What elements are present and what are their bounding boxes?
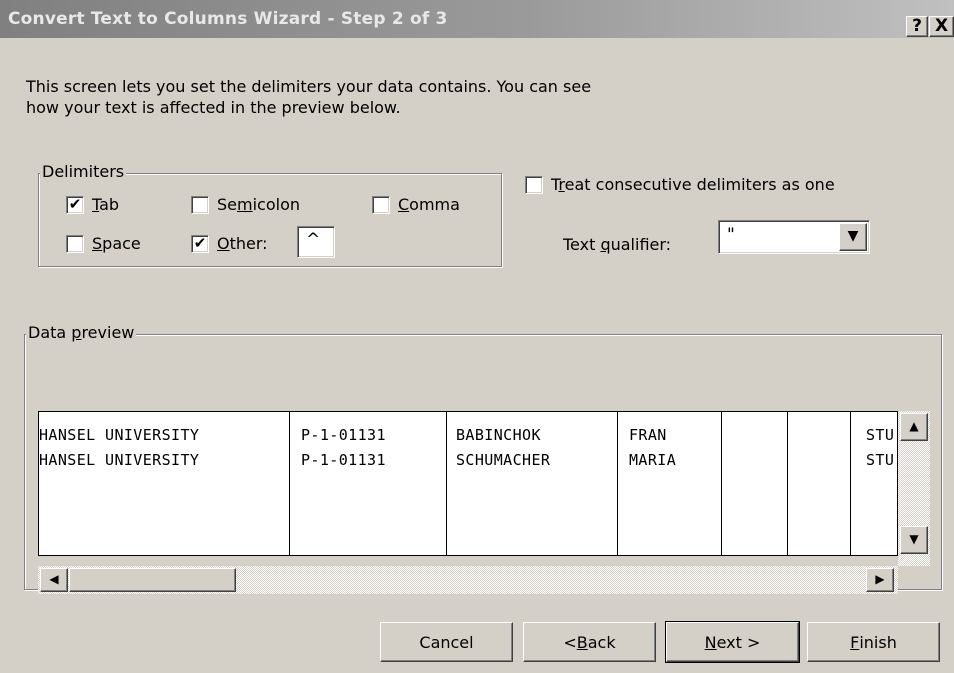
treat-consecutive-label: Treat consecutive delimiters as one [551,175,835,194]
preview-cell: HANSEL UNIVERSITY [39,451,200,469]
comma-label: Comma [398,195,460,214]
semicolon-label: Semicolon [217,195,300,214]
intro-line-1: This screen lets you set the delimiters … [26,77,592,96]
other-check-box[interactable]: ✔ [191,234,209,253]
cancel-button[interactable]: Cancel [380,622,513,662]
preview-cell: HANSEL UNIVERSITY [39,426,200,444]
finish-button[interactable]: Finish [807,622,940,662]
other-label: Other: [217,234,268,253]
tab-label: Tab [92,195,120,214]
other-checkbox[interactable]: ✔ Other: [191,234,268,253]
delimiters-group-label: Delimiters [40,162,127,181]
help-button[interactable]: ? [906,16,928,37]
semicolon-checkbox[interactable]: Semicolon [191,195,300,214]
close-button[interactable]: X [929,16,954,37]
preview-cell: P-1-01131 [301,426,386,444]
preview-cell: MARIA [629,451,677,469]
preview-cell: SCHUMACHER [456,451,551,469]
horizontal-scroll-thumb[interactable] [69,568,236,592]
column-break[interactable] [721,412,722,555]
preview-cell: BABINCHOK [456,426,541,444]
column-break[interactable] [850,412,851,555]
text-qualifier-value: " [727,225,735,245]
space-label: Space [92,234,141,253]
data-preview-label: Data preview [26,323,137,342]
column-break[interactable] [446,412,447,555]
other-delimiter-input[interactable]: ^ [297,226,335,258]
tab-checkbox[interactable]: ✔ Tab [66,195,119,214]
space-check-box[interactable] [66,234,84,253]
comma-check-box[interactable] [372,195,390,214]
column-break[interactable] [787,412,788,555]
scroll-right-icon[interactable]: ▶ [866,568,894,592]
next-button[interactable]: Next > [665,621,800,663]
scroll-down-icon[interactable]: ▼ [900,526,928,554]
scroll-left-icon[interactable]: ◀ [40,568,68,592]
title-bar: Convert Text to Columns Wizard - Step 2 … [0,0,954,38]
text-qualifier-label: Text qualifier: [563,235,672,254]
column-break[interactable] [289,412,290,555]
window-title: Convert Text to Columns Wizard - Step 2 … [8,9,448,29]
text-qualifier-dropdown-icon[interactable]: ▼ [839,223,867,251]
intro-text: This screen lets you set the delimiters … [26,76,726,118]
space-checkbox[interactable]: Space [66,234,141,253]
tab-check-box[interactable]: ✔ [66,195,84,214]
treat-consecutive-check-box[interactable] [525,175,543,194]
treat-consecutive-checkbox[interactable]: Treat consecutive delimiters as one [525,175,835,194]
preview-cell: STU [866,451,895,469]
preview-cell: STU [866,426,895,444]
preview-cell: P-1-01131 [301,451,386,469]
semicolon-check-box[interactable] [191,195,209,214]
back-button[interactable]: < Back [523,622,656,662]
intro-line-2: how your text is affected in the preview… [26,98,401,117]
comma-checkbox[interactable]: Comma [372,195,460,214]
scroll-up-icon[interactable]: ▲ [900,413,928,441]
preview-cell: FRAN [629,426,667,444]
column-break[interactable] [617,412,618,555]
data-preview-grid[interactable]: HANSEL UNIVERSITY P-1-01131 BABINCHOK FR… [38,411,898,556]
